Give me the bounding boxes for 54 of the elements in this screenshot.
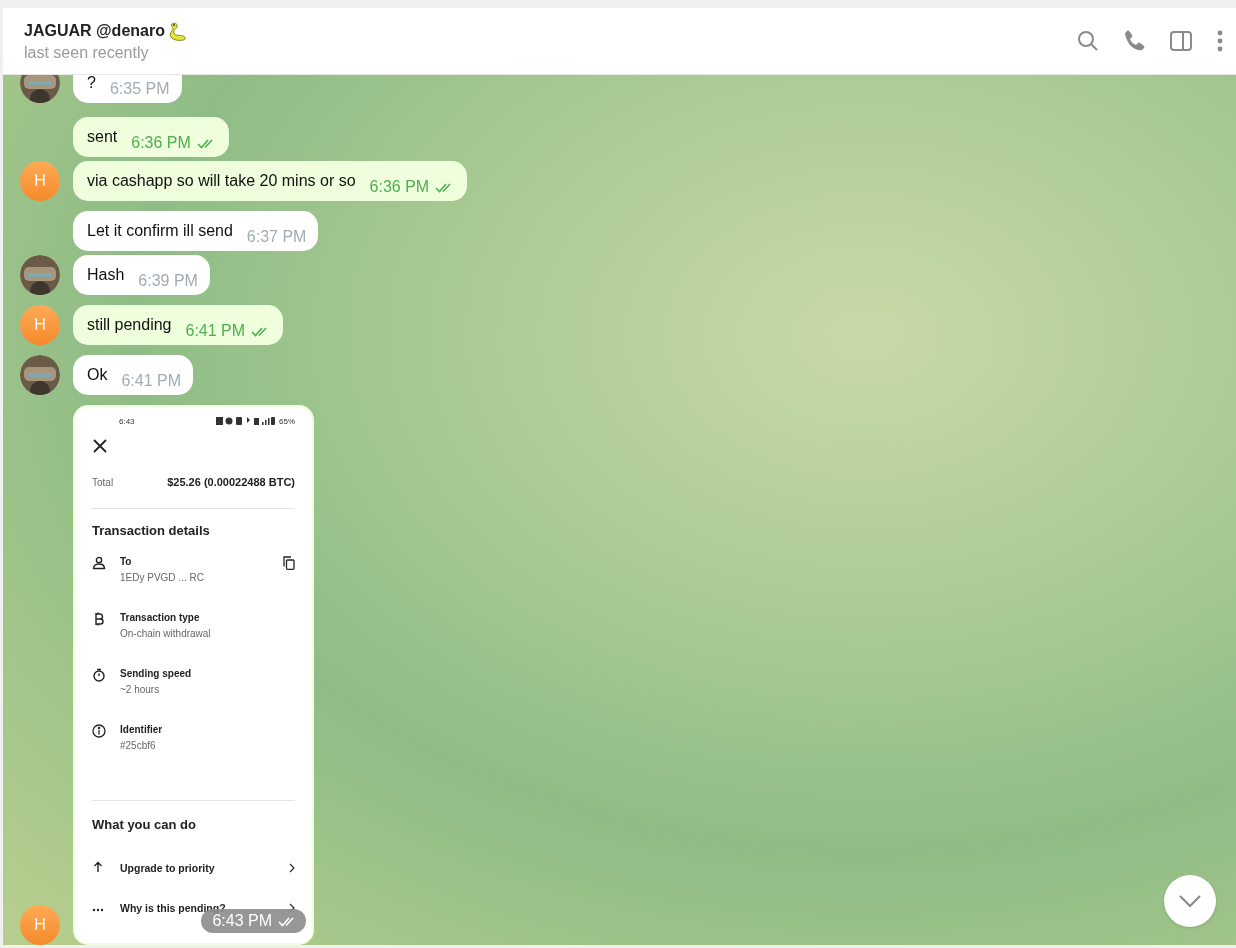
- total-value: $25.26 (0.00022488 BTC): [167, 476, 295, 488]
- message-time: 6:39 PM: [138, 271, 198, 291]
- phone-status-time: 6:43: [119, 416, 135, 426]
- avatar[interactable]: [20, 255, 60, 295]
- person-icon: [92, 556, 106, 570]
- detail-label: Transaction type: [120, 612, 201, 623]
- sidebar-icon[interactable]: [1168, 29, 1194, 53]
- action-item[interactable]: Upgrade to priority: [120, 862, 289, 874]
- screenshot-image[interactable]: [73, 405, 314, 945]
- battery-percent: 65%: [279, 416, 295, 426]
- section-heading: Transaction details: [92, 523, 211, 538]
- avatar[interactable]: H: [20, 305, 60, 345]
- message-time: 6:35 PM: [109, 79, 170, 99]
- message-time: 6:36 PM: [131, 133, 191, 153]
- chat-title: JAGUAR @denaro: [24, 22, 165, 40]
- up-arrow-icon: [92, 861, 104, 873]
- search-icon[interactable]: [1076, 29, 1100, 53]
- message-text: ?: [87, 75, 96, 93]
- more-menu-icon[interactable]: [1216, 29, 1224, 53]
- detail-value: On-chain withdrawal: [120, 628, 212, 639]
- close-icon[interactable]: [93, 439, 107, 453]
- message-time: 6:41 PM: [185, 321, 246, 341]
- phone-icon[interactable]: [1122, 29, 1146, 53]
- message-text: Ok: [87, 365, 108, 385]
- info-icon: [92, 724, 106, 738]
- message-text: sent: [87, 127, 118, 147]
- detail-value: ~2 hours: [120, 684, 161, 695]
- detail-value: #25cbf6: [120, 740, 157, 751]
- avatar[interactable]: [20, 355, 60, 395]
- message-text: via cashapp so will take 20 mins or so: [87, 171, 356, 191]
- status-icons: [216, 417, 276, 425]
- message-time: 6:36 PM: [369, 177, 430, 197]
- message-text: Let it confirm ill send: [87, 221, 233, 241]
- message-text: Hash: [87, 265, 125, 285]
- message-time: 6:41 PM: [121, 371, 182, 391]
- bitcoin-icon: [92, 612, 106, 626]
- copy-icon[interactable]: [283, 556, 295, 570]
- message-text: still pending: [87, 315, 172, 335]
- avatar[interactable]: H: [20, 161, 60, 201]
- scroll-down-button[interactable]: [1164, 875, 1216, 927]
- message-time: 6:37 PM: [246, 227, 307, 247]
- avatar[interactable]: [20, 75, 60, 103]
- detail-label: Identifier: [120, 724, 164, 735]
- stopwatch-icon: [92, 668, 106, 682]
- avatar[interactable]: H: [20, 905, 60, 945]
- more-icon: [92, 907, 104, 912]
- section-heading: What you can do: [92, 817, 197, 832]
- total-label: Total: [92, 476, 114, 488]
- last-seen-status: last seen recently: [24, 44, 150, 62]
- chevron-right-icon: [289, 863, 295, 873]
- detail-label: To: [120, 556, 133, 567]
- detail-value: 1EDy PVGD ... RC: [120, 572, 205, 583]
- chevron-down-icon: [1178, 894, 1202, 908]
- detail-label: Sending speed: [120, 668, 193, 679]
